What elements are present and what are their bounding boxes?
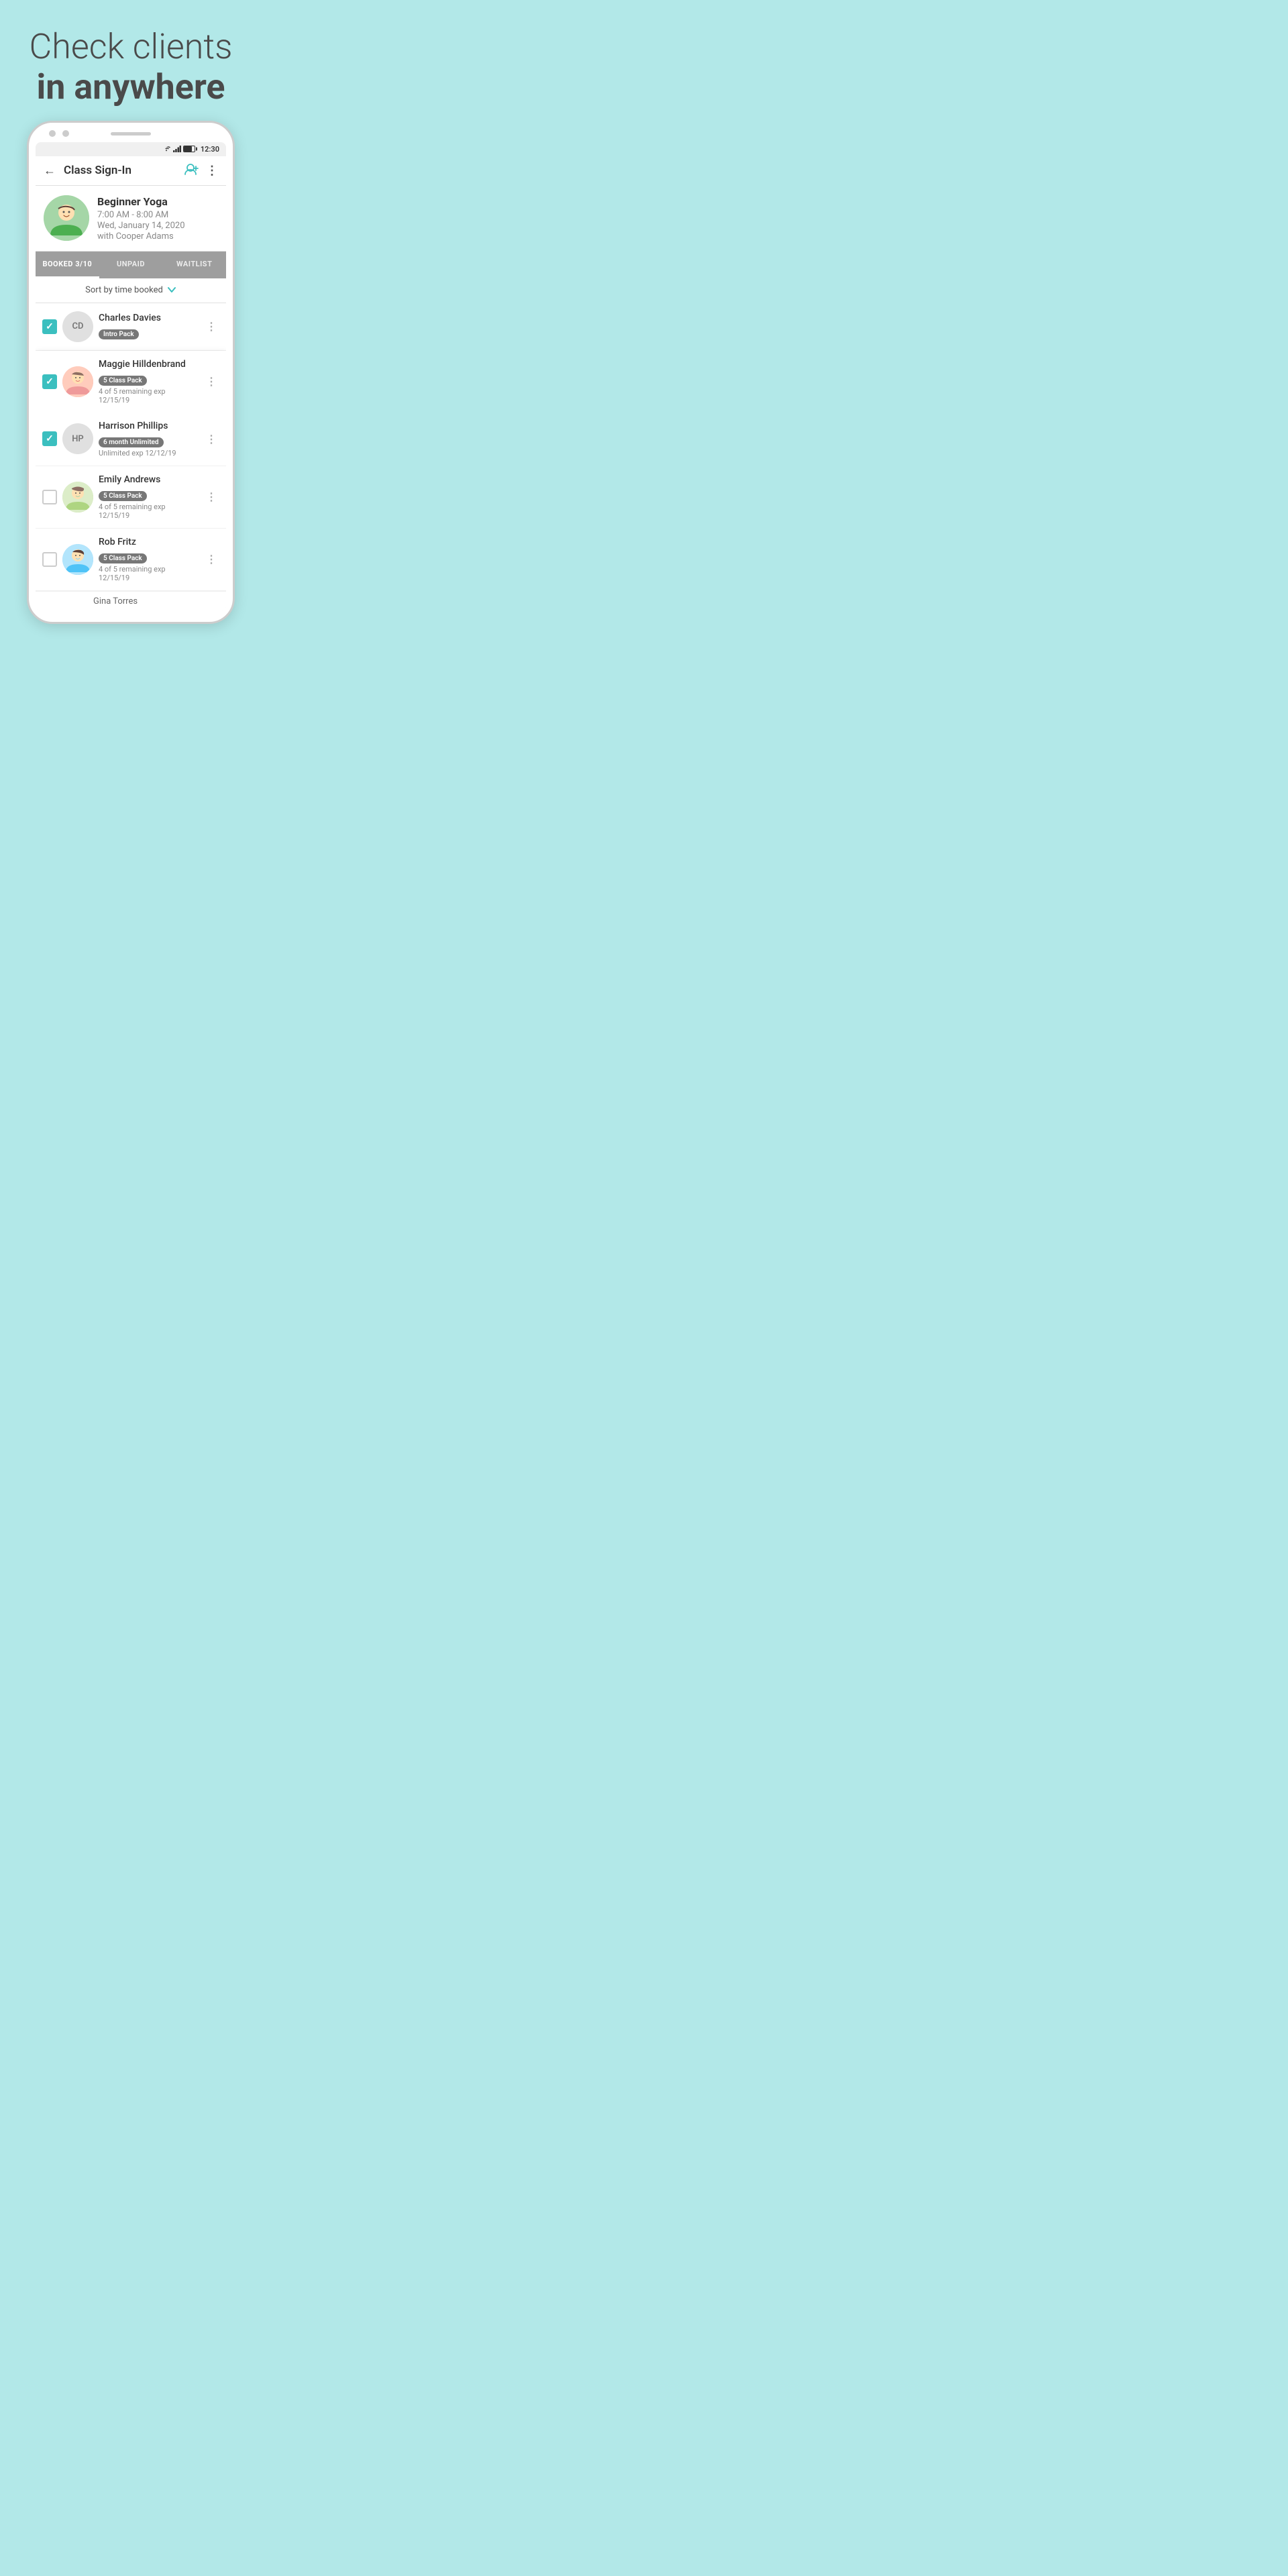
client-avatar-5 (62, 544, 93, 575)
client-name-5: Rob Fritz (99, 537, 198, 547)
client-info-2: Maggie Hilldenbrand 5 Class Pack 4 of 5 … (99, 359, 198, 405)
phone-speaker (111, 132, 151, 136)
client-expiry-2: 4 of 5 remaining exp 12/15/19 (99, 387, 198, 405)
tab-unpaid[interactable]: UNPAID (99, 252, 163, 278)
hero-section: Check clients in anywhere (0, 0, 262, 107)
phone-dot-1 (49, 130, 56, 137)
status-icons (162, 146, 195, 152)
more-button[interactable]: ⋮ (206, 164, 218, 178)
list-item: CD Charles Davies Intro Pack ⋮ (36, 303, 226, 351)
client-avatar-4 (62, 482, 93, 513)
wifi-icon (162, 146, 171, 152)
client-avatar-3: HP (62, 423, 93, 454)
client-checkbox-3[interactable] (42, 431, 57, 446)
class-name: Beginner Yoga (97, 195, 218, 208)
class-details: Beginner Yoga 7:00 AM - 8:00 AM Wed, Jan… (97, 195, 218, 241)
app-title: Class Sign-In (64, 164, 184, 177)
sort-label: Sort by time booked (85, 285, 163, 295)
class-date: Wed, January 14, 2020 (97, 221, 218, 231)
battery-icon (183, 146, 195, 152)
tabs: BOOKED 3/10 UNPAID WAITLIST (36, 252, 226, 278)
client-info-3: Harrison Phillips 6 month Unlimited Unli… (99, 421, 198, 458)
add-person-button[interactable] (184, 163, 199, 178)
class-instructor-avatar (44, 195, 89, 241)
client-checkbox-4[interactable] (42, 490, 57, 504)
client-checkbox-1[interactable] (42, 319, 57, 334)
client-badge-2: 5 Class Pack (99, 376, 147, 386)
client-name-1: Charles Davies (99, 313, 198, 323)
client-name-2: Maggie Hilldenbrand (99, 359, 198, 370)
signal-icon (173, 146, 181, 152)
phone-mockup: 12:30 ← Class Sign-In ⋮ (0, 107, 262, 624)
class-info: Beginner Yoga 7:00 AM - 8:00 AM Wed, Jan… (36, 186, 226, 252)
client-more-4[interactable]: ⋮ (203, 488, 219, 506)
sort-bar[interactable]: Sort by time booked (36, 278, 226, 303)
client-name-3: Harrison Phillips (99, 421, 198, 431)
partial-client-name: Gina Torres (93, 596, 138, 606)
phone-screen: 12:30 ← Class Sign-In ⋮ (36, 142, 226, 611)
phone-dot-2 (62, 130, 69, 137)
list-item: HP Harrison Phillips 6 month Unlimited U… (36, 413, 226, 466)
client-more-1[interactable]: ⋮ (203, 317, 219, 335)
hero-title-bold: in anywhere (36, 66, 225, 107)
tab-waitlist[interactable]: WAITLIST (162, 252, 226, 278)
sort-chevron-icon (167, 285, 176, 296)
status-time: 12:30 (201, 145, 219, 154)
phone-top-bar (36, 132, 226, 136)
client-more-5[interactable]: ⋮ (203, 550, 219, 568)
client-expiry-4: 4 of 5 remaining exp 12/15/19 (99, 502, 198, 520)
client-checkbox-2[interactable] (42, 374, 57, 389)
class-instructor: with Cooper Adams (97, 231, 218, 241)
client-more-2[interactable]: ⋮ (203, 372, 219, 390)
client-name-4: Emily Andrews (99, 474, 198, 485)
client-info-5: Rob Fritz 5 Class Pack 4 of 5 remaining … (99, 537, 198, 582)
hero-title: Check clients in anywhere (20, 27, 241, 107)
client-avatar-1: CD (62, 311, 93, 342)
client-expiry-3: Unlimited exp 12/12/19 (99, 449, 198, 458)
client-badge-1: Intro Pack (99, 329, 139, 339)
back-button[interactable]: ← (44, 164, 56, 178)
client-checkbox-5[interactable] (42, 552, 57, 567)
header-actions: ⋮ (184, 163, 218, 178)
client-list: CD Charles Davies Intro Pack ⋮ (36, 303, 226, 611)
list-item: Rob Fritz 5 Class Pack 4 of 5 remaining … (36, 529, 226, 591)
list-item: Emily Andrews 5 Class Pack 4 of 5 remain… (36, 466, 226, 529)
client-badge-4: 5 Class Pack (99, 491, 147, 501)
hero-title-light: Check clients (30, 26, 233, 67)
client-info-4: Emily Andrews 5 Class Pack 4 of 5 remain… (99, 474, 198, 520)
client-more-3[interactable]: ⋮ (203, 430, 219, 448)
phone-outer: 12:30 ← Class Sign-In ⋮ (27, 121, 235, 624)
partial-client-row: Gina Torres (36, 591, 226, 611)
class-time: 7:00 AM - 8:00 AM (97, 210, 218, 220)
app-header: ← Class Sign-In ⋮ (36, 156, 226, 186)
client-expiry-5: 4 of 5 remaining exp 12/15/19 (99, 565, 198, 582)
client-badge-5: 5 Class Pack (99, 553, 147, 564)
phone-dots (49, 130, 69, 137)
client-info-1: Charles Davies Intro Pack (99, 313, 198, 341)
list-item: Maggie Hilldenbrand 5 Class Pack 4 of 5 … (36, 351, 226, 413)
client-badge-3: 6 month Unlimited (99, 437, 164, 447)
status-bar: 12:30 (36, 142, 226, 156)
client-avatar-2 (62, 366, 93, 397)
tab-booked[interactable]: BOOKED 3/10 (36, 252, 99, 278)
